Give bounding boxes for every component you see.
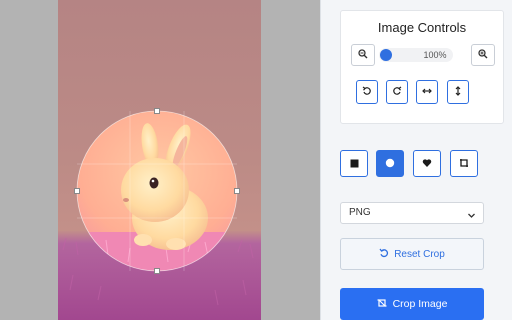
chevron-down-icon bbox=[467, 208, 476, 228]
rotate-right-icon bbox=[392, 83, 402, 101]
shape-square-button[interactable] bbox=[340, 150, 368, 177]
circle-icon bbox=[385, 155, 395, 173]
reset-crop-button[interactable]: Reset Crop bbox=[340, 238, 484, 270]
reset-icon bbox=[379, 248, 389, 261]
crop-handle-right[interactable] bbox=[234, 188, 240, 194]
image-controls-title: Image Controls bbox=[377, 20, 467, 35]
zoom-in-icon bbox=[478, 46, 488, 64]
format-select[interactable]: PNG bbox=[340, 202, 484, 224]
reset-crop-label: Reset Crop bbox=[394, 248, 445, 260]
shape-heart-button[interactable] bbox=[413, 150, 441, 177]
zoom-value: 100% bbox=[423, 50, 447, 60]
heart-icon bbox=[422, 155, 432, 173]
flip-vertical-button[interactable] bbox=[447, 80, 469, 104]
shape-custom-button[interactable] bbox=[450, 150, 478, 177]
crop-corners-icon bbox=[459, 155, 469, 173]
zoom-in-button[interactable] bbox=[471, 44, 495, 66]
canvas-area bbox=[0, 0, 320, 320]
crop-image-button[interactable]: Crop Image bbox=[340, 288, 484, 320]
crop-handle-top[interactable] bbox=[154, 108, 160, 114]
rotate-right-button[interactable] bbox=[386, 80, 408, 104]
format-selected-value: PNG bbox=[349, 207, 371, 218]
flip-horizontal-icon bbox=[422, 83, 432, 101]
zoom-out-icon bbox=[358, 46, 368, 64]
crop-image-label: Crop Image bbox=[392, 298, 448, 310]
crop-handle-left[interactable] bbox=[74, 188, 80, 194]
side-panel: Image Controls 100% PNG Reset Crop Crop … bbox=[320, 0, 512, 320]
shape-circle-button[interactable] bbox=[376, 150, 404, 177]
crop-handle-bottom[interactable] bbox=[154, 268, 160, 274]
rotate-left-icon bbox=[362, 83, 372, 101]
image-controls-card: Image Controls 100% bbox=[340, 10, 504, 124]
zoom-out-button[interactable] bbox=[351, 44, 375, 66]
flip-horizontal-button[interactable] bbox=[416, 80, 438, 104]
flip-vertical-icon bbox=[453, 83, 463, 101]
square-icon bbox=[350, 155, 359, 173]
zoom-slider-thumb[interactable] bbox=[380, 49, 392, 61]
crop-icon bbox=[377, 298, 387, 311]
rotate-left-button[interactable] bbox=[356, 80, 378, 104]
